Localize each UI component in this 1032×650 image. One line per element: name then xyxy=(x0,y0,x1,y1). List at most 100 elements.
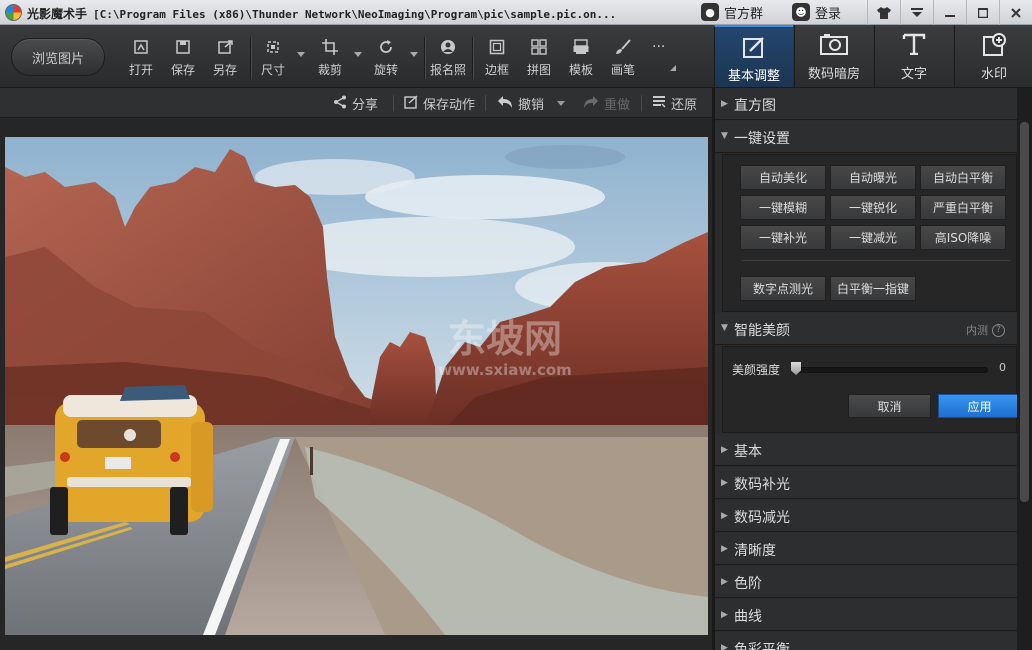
chat-icon: ● xyxy=(701,3,719,21)
collapse-arrow-icon: ▼ xyxy=(721,131,728,141)
section-title: 直方图 xyxy=(734,98,776,114)
high-iso-denoise-button[interactable]: 高ISO降噪 xyxy=(920,225,1006,250)
resize-button[interactable]: 尺寸 xyxy=(253,39,293,83)
cancel-button[interactable]: 取消 xyxy=(848,394,931,418)
app-logo-icon xyxy=(5,4,22,21)
minimize-icon[interactable] xyxy=(933,0,966,25)
resize-label: 尺寸 xyxy=(260,63,285,77)
tab-text[interactable]: 文字 xyxy=(874,25,953,87)
section-title: 数码减光 xyxy=(734,510,790,526)
action-separator xyxy=(393,95,394,111)
severe-white-balance-button[interactable]: 严重白平衡 xyxy=(920,195,1006,220)
login-label: 登录 xyxy=(815,6,842,22)
id-photo-button[interactable]: 报名照 xyxy=(428,39,468,83)
rotate-dropdown-arrow[interactable] xyxy=(410,52,418,57)
maximize-icon[interactable] xyxy=(966,0,999,25)
section-digital-fill-light[interactable]: ▶ 数码补光 xyxy=(715,467,1017,499)
open-icon xyxy=(121,39,161,59)
app-window: 光影魔术手 [C:\Program Files (x86)\Thunder Net… xyxy=(0,0,1032,650)
tab-basic-adjust[interactable]: 基本调整 xyxy=(714,25,793,87)
menu-icon[interactable] xyxy=(900,0,933,25)
beauty-box: 美颜强度 0 取消 应用 xyxy=(722,346,1021,433)
shirt-icon[interactable] xyxy=(867,0,900,25)
resize-dropdown-arrow[interactable] xyxy=(297,52,305,57)
one-click-blur-button[interactable]: 一键模糊 xyxy=(740,195,826,220)
one-click-fill-light-button[interactable]: 一键补光 xyxy=(740,225,826,250)
main-toolbar: 浏览图片 打开 保存 另存 尺寸 裁剪 旋转 报名照 边框 拼图 模板 画笔 ·… xyxy=(0,25,1032,88)
auto-beautify-button[interactable]: 自动美化 xyxy=(740,165,826,190)
section-curves[interactable]: ▶ 曲线 xyxy=(715,599,1017,631)
crop-button[interactable]: 裁剪 xyxy=(310,39,350,83)
section-levels[interactable]: ▶ 色阶 xyxy=(715,566,1017,598)
apply-button[interactable]: 应用 xyxy=(938,394,1021,418)
collage-icon xyxy=(519,39,559,59)
browse-pictures-button[interactable]: 浏览图片 xyxy=(11,38,105,76)
save-action-button[interactable]: 保存动作 xyxy=(404,94,475,113)
close-icon[interactable] xyxy=(999,0,1032,25)
restore-button[interactable]: 还原 xyxy=(652,94,697,113)
expand-arrow-icon: ▶ xyxy=(721,610,728,620)
expand-arrow-icon: ▶ xyxy=(721,99,728,109)
save-as-icon xyxy=(205,39,245,59)
beauty-strength-handle[interactable] xyxy=(791,362,801,375)
official-group-link[interactable]: ● 官方群 xyxy=(701,1,763,23)
auto-exposure-button[interactable]: 自动曝光 xyxy=(830,165,916,190)
tab-darkroom[interactable]: 数码暗房 xyxy=(794,25,873,87)
toolbar-separator xyxy=(472,37,473,79)
tab-text-label: 文字 xyxy=(900,67,927,82)
section-smart-beauty[interactable]: ▼ 智能美颜 内测 ? xyxy=(715,313,1017,345)
spot-metering-button[interactable]: 数字点测光 xyxy=(740,276,826,301)
one-click-reduce-light-button[interactable]: 一键减光 xyxy=(830,225,916,250)
panel-scrollbar[interactable] xyxy=(1017,88,1032,650)
more-tools-icon[interactable]: ··· xyxy=(652,39,665,55)
app-name: 光影魔术手 xyxy=(27,7,88,21)
watermark-title: 东坡网 xyxy=(448,317,562,361)
border-icon xyxy=(477,39,517,59)
expand-arrow-icon: ▶ xyxy=(721,643,728,650)
section-digital-reduce-light[interactable]: ▶ 数码减光 xyxy=(715,500,1017,532)
tab-basic-adjust-label: 基本调整 xyxy=(727,69,780,84)
collage-label: 拼图 xyxy=(526,63,551,77)
tab-watermark[interactable]: 水印 xyxy=(954,25,1032,87)
redo-button[interactable]: 重做 xyxy=(583,94,630,113)
beauty-strength-slider[interactable] xyxy=(793,367,988,373)
open-button[interactable]: 打开 xyxy=(121,39,161,83)
tab-watermark-label: 水印 xyxy=(980,67,1007,82)
user-icon: ☻ xyxy=(792,3,810,21)
help-icon[interactable]: ? xyxy=(992,323,1005,337)
save-action-label: 保存动作 xyxy=(423,98,476,113)
collage-button[interactable]: 拼图 xyxy=(519,39,559,83)
share-button[interactable]: 分享 xyxy=(333,94,378,113)
section-one-click[interactable]: ▼ 一键设置 xyxy=(715,121,1017,153)
rotate-button[interactable]: 旋转 xyxy=(366,39,406,83)
section-basic[interactable]: ▶ 基本 xyxy=(715,434,1017,466)
one-click-sharpen-button[interactable]: 一键锐化 xyxy=(830,195,916,220)
more-tools-arrow-icon[interactable] xyxy=(670,65,676,71)
text-icon xyxy=(875,33,953,59)
action-bar: 分享 保存动作 撤销 重做 还原 xyxy=(0,88,712,118)
canvas-area[interactable]: 东坡网 www.sxiaw.com xyxy=(0,119,712,650)
restore-label: 还原 xyxy=(671,98,698,113)
section-color-balance[interactable]: ▶ 色彩平衡 xyxy=(715,632,1017,650)
official-group-label: 官方群 xyxy=(724,6,764,22)
save-label: 保存 xyxy=(170,63,195,77)
section-clarity[interactable]: ▶ 清晰度 xyxy=(715,533,1017,565)
save-button[interactable]: 保存 xyxy=(163,39,203,83)
brush-button[interactable]: 画笔 xyxy=(603,39,643,83)
white-balance-picker-button[interactable]: 白平衡一指键 xyxy=(830,276,916,301)
auto-white-balance-button[interactable]: 自动白平衡 xyxy=(920,165,1006,190)
expand-arrow-icon: ▶ xyxy=(721,544,728,554)
photo-preview[interactable]: 东坡网 www.sxiaw.com xyxy=(5,137,708,635)
login-link[interactable]: ☻ 登录 xyxy=(792,1,841,23)
section-title: 曲线 xyxy=(734,609,762,625)
save-as-button[interactable]: 另存 xyxy=(205,39,245,83)
template-button[interactable]: 模板 xyxy=(561,39,601,83)
border-button[interactable]: 边框 xyxy=(477,39,517,83)
panel-scrollbar-thumb[interactable] xyxy=(1020,122,1029,502)
share-icon xyxy=(333,95,347,113)
section-title: 色阶 xyxy=(734,576,762,592)
crop-dropdown-arrow[interactable] xyxy=(354,52,362,57)
undo-dropdown-arrow[interactable] xyxy=(557,101,565,106)
section-histogram[interactable]: ▶ 直方图 xyxy=(715,88,1017,120)
undo-button[interactable]: 撤销 xyxy=(497,94,544,113)
